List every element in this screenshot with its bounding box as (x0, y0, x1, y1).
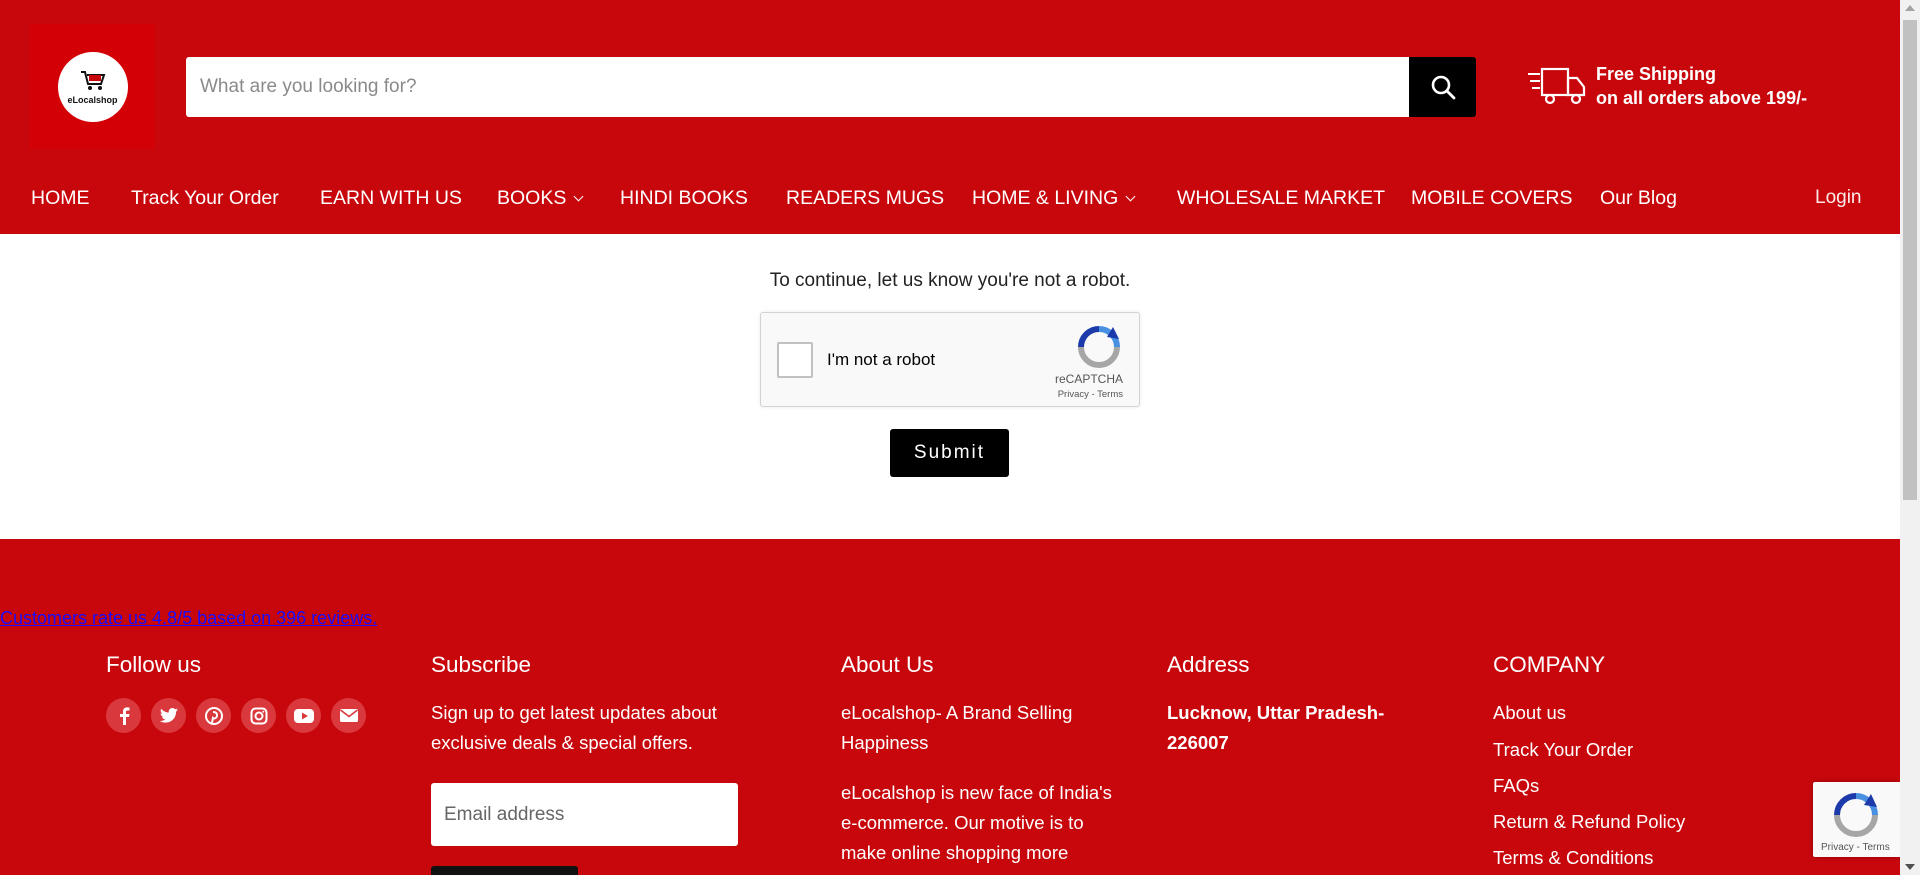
nav-label: EARN WITH US (320, 186, 462, 209)
about-us-title: About Us (841, 652, 934, 677)
nav-label: READERS MUGS (786, 186, 945, 209)
shopping-cart-icon (80, 70, 105, 90)
logo[interactable]: eLocalshop (30, 24, 155, 149)
address-text: Lucknow, Uttar Pradesh- 226007 (1167, 702, 1385, 753)
pinterest-icon[interactable] (196, 698, 231, 733)
nav-label: HOME (31, 186, 90, 209)
twitter-icon[interactable] (151, 698, 186, 733)
logo-badge: eLocalshop (57, 51, 128, 122)
recaptcha-checkbox[interactable] (777, 342, 813, 378)
submit-button[interactable]: Submit (890, 429, 1009, 477)
instagram-icon[interactable] (241, 698, 276, 733)
footer-link-track-order[interactable]: Track Your Order (1493, 739, 1633, 761)
nav-item-readers-mugs[interactable]: READERS MUGS (786, 187, 944, 210)
footer-link-about-us[interactable]: About us (1493, 702, 1566, 724)
nav-item-wholesale-market[interactable]: WHOLESALE MARKET (1177, 187, 1385, 210)
shipping-subtitle: on all orders above 199/- (1596, 88, 1808, 108)
page: eLocalshop Free Sh (0, 0, 1900, 875)
address-title: Address (1167, 652, 1250, 677)
footer-link-return-refund[interactable]: Return & Refund Policy (1493, 811, 1685, 833)
recaptcha-logo-icon (1834, 793, 1878, 837)
nav-item-track-order[interactable]: Track Your Order (131, 187, 279, 210)
nav-label: Track Your Order (131, 186, 279, 209)
badge-privacy-terms[interactable]: Privacy - Terms (1821, 842, 1890, 853)
recaptcha-label: I'm not a robot (827, 350, 936, 369)
nav-item-home[interactable]: HOME (31, 187, 90, 210)
follow-us-title: Follow us (106, 652, 202, 677)
subscribe-button[interactable] (431, 866, 578, 875)
delivery-truck-icon (1528, 67, 1586, 105)
scroll-thumb[interactable] (1903, 20, 1917, 500)
chevron-down-icon (573, 191, 584, 202)
search-input[interactable] (186, 57, 1409, 117)
recaptcha-brand: reCAPTCHA (1054, 372, 1123, 386)
social-links (106, 698, 366, 733)
site-header: eLocalshop Free Sh (0, 0, 1900, 234)
about-description: eLocalshop is new face of India's e-comm… (841, 782, 1112, 863)
about-tagline: eLocalshop- A Brand Selling Happiness (841, 702, 1073, 753)
nav-item-home-living[interactable]: HOME & LIVING (972, 186, 1136, 210)
scroll-down-arrow-icon[interactable] (1905, 864, 1915, 870)
nav-label: HOME & LIVING (972, 186, 1119, 209)
recaptcha-logo-icon (1078, 326, 1120, 368)
nav-item-our-blog[interactable]: Our Blog (1600, 187, 1677, 210)
site-footer: Customers rate us 4.8/5 based on 396 rev… (0, 539, 1900, 875)
logo-text: eLocalshop (67, 94, 118, 105)
email-field[interactable] (431, 783, 738, 846)
nav-label: MOBILE COVERS (1411, 186, 1573, 209)
nav-label: BOOKS (497, 186, 567, 209)
nav-label: Our Blog (1600, 186, 1677, 209)
nav-label: HINDI BOOKS (620, 186, 748, 209)
shipping-title: Free Shipping (1596, 64, 1717, 84)
search-bar (186, 57, 1476, 117)
main-nav: HOME Track Your Order EARN WITH US BOOKS… (0, 174, 1900, 222)
footer-link-terms[interactable]: Terms & Conditions (1493, 847, 1653, 869)
search-icon (1431, 75, 1455, 100)
search-button[interactable] (1409, 57, 1476, 117)
free-shipping-banner: Free Shipping on all orders above 199/- (1528, 62, 1807, 110)
subscribe-text: Sign up to get latest updates about excl… (431, 702, 717, 753)
vertical-scrollbar[interactable] (1900, 0, 1920, 875)
nav-label: WHOLESALE MARKET (1177, 186, 1386, 209)
login-link[interactable]: Login (1815, 187, 1862, 209)
reviews-link[interactable]: Customers rate us 4.8/5 based on 396 rev… (0, 608, 377, 629)
recaptcha-badge[interactable]: Privacy - Terms (1813, 782, 1900, 857)
nav-item-mobile-covers[interactable]: MOBILE COVERS (1411, 187, 1572, 210)
subscribe-title: Subscribe (431, 652, 532, 677)
youtube-icon[interactable] (286, 698, 321, 733)
recaptcha-widget: I'm not a robot reCAPTCHA Privacy - Term… (760, 312, 1140, 407)
nav-item-earn-with-us[interactable]: EARN WITH US (320, 187, 462, 210)
email-icon[interactable] (331, 698, 366, 733)
scroll-up-arrow-icon[interactable] (1905, 5, 1915, 11)
footer-link-faqs[interactable]: FAQs (1493, 775, 1539, 797)
nav-item-books[interactable]: BOOKS (497, 186, 584, 210)
company-title: COMPANY (1493, 652, 1606, 677)
recaptcha-privacy-terms[interactable]: Privacy - Terms (1058, 389, 1123, 400)
facebook-icon[interactable] (106, 698, 141, 733)
nav-item-hindi-books[interactable]: HINDI BOOKS (620, 187, 748, 210)
chevron-down-icon (1125, 191, 1136, 202)
captcha-message: To continue, let us know you're not a ro… (769, 270, 1131, 291)
